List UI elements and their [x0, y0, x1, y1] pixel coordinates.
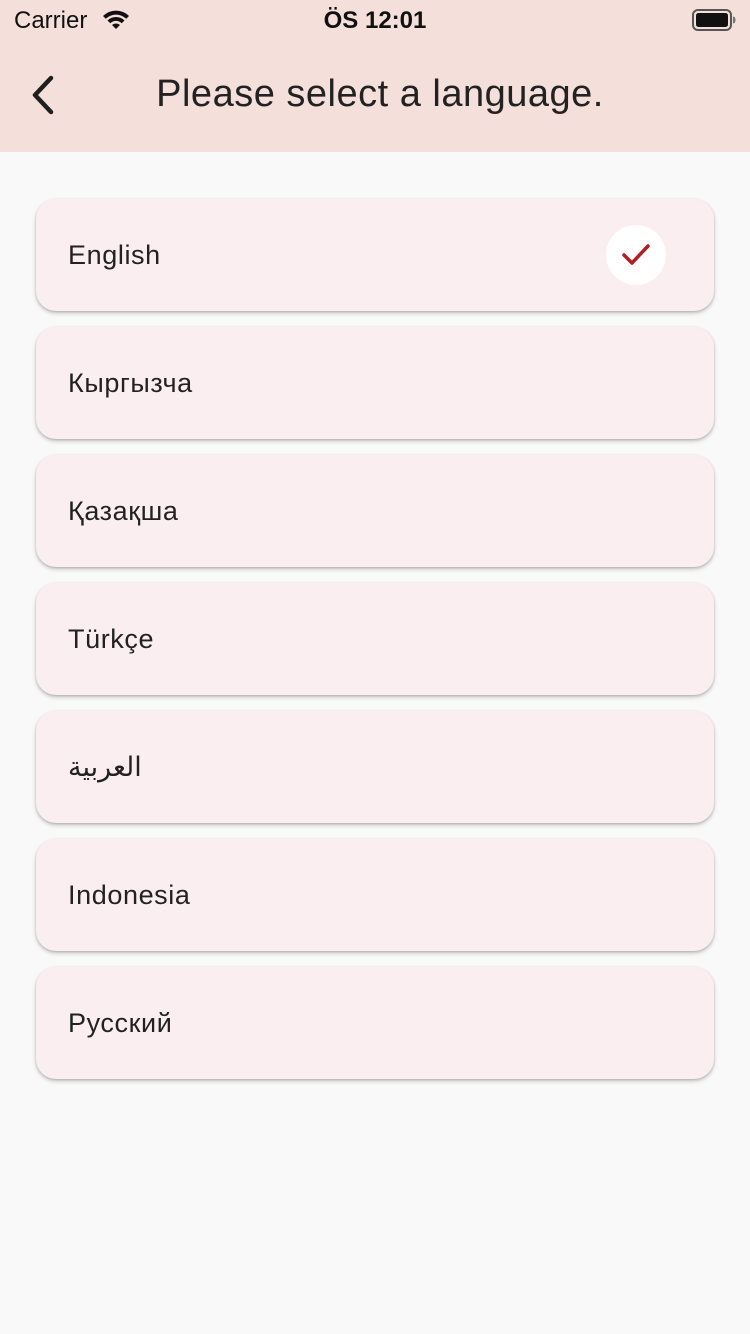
- language-list: English Кыргызча Қазақша Türkçe العربية …: [36, 199, 714, 1095]
- navigation-bar: Please select a language.: [0, 40, 750, 152]
- language-label: Türkçe: [68, 624, 155, 654]
- language-label: Русский: [68, 1008, 173, 1038]
- language-label: العربية: [68, 752, 142, 782]
- language-item-kazakh[interactable]: Қазақша: [36, 455, 714, 567]
- language-label: English: [68, 240, 161, 270]
- status-time: ÖS 12:01: [323, 7, 427, 34]
- language-item-english[interactable]: English: [36, 199, 714, 311]
- header: Carrier ÖS 12:01 Please select a languag…: [0, 0, 750, 152]
- language-item-russian[interactable]: Русский: [36, 967, 714, 1079]
- battery-icon: [692, 9, 736, 31]
- status-bar: Carrier ÖS 12:01: [0, 0, 750, 40]
- page-title: Please select a language.: [156, 73, 604, 115]
- language-label: Қазақша: [68, 496, 179, 526]
- language-selection-screen: Carrier ÖS 12:01 Please select a languag…: [0, 0, 750, 1334]
- language-item-indonesian[interactable]: Indonesia: [36, 839, 714, 951]
- language-label: Indonesia: [68, 880, 191, 910]
- selected-indicator: [606, 225, 666, 285]
- back-button[interactable]: [14, 60, 74, 134]
- language-item-turkish[interactable]: Türkçe: [36, 583, 714, 695]
- chevron-left-icon: [29, 75, 59, 120]
- language-label: Кыргызча: [68, 368, 193, 398]
- language-item-arabic[interactable]: العربية: [36, 711, 714, 823]
- language-item-kyrgyz[interactable]: Кыргызча: [36, 327, 714, 439]
- checkmark-icon: [622, 244, 650, 265]
